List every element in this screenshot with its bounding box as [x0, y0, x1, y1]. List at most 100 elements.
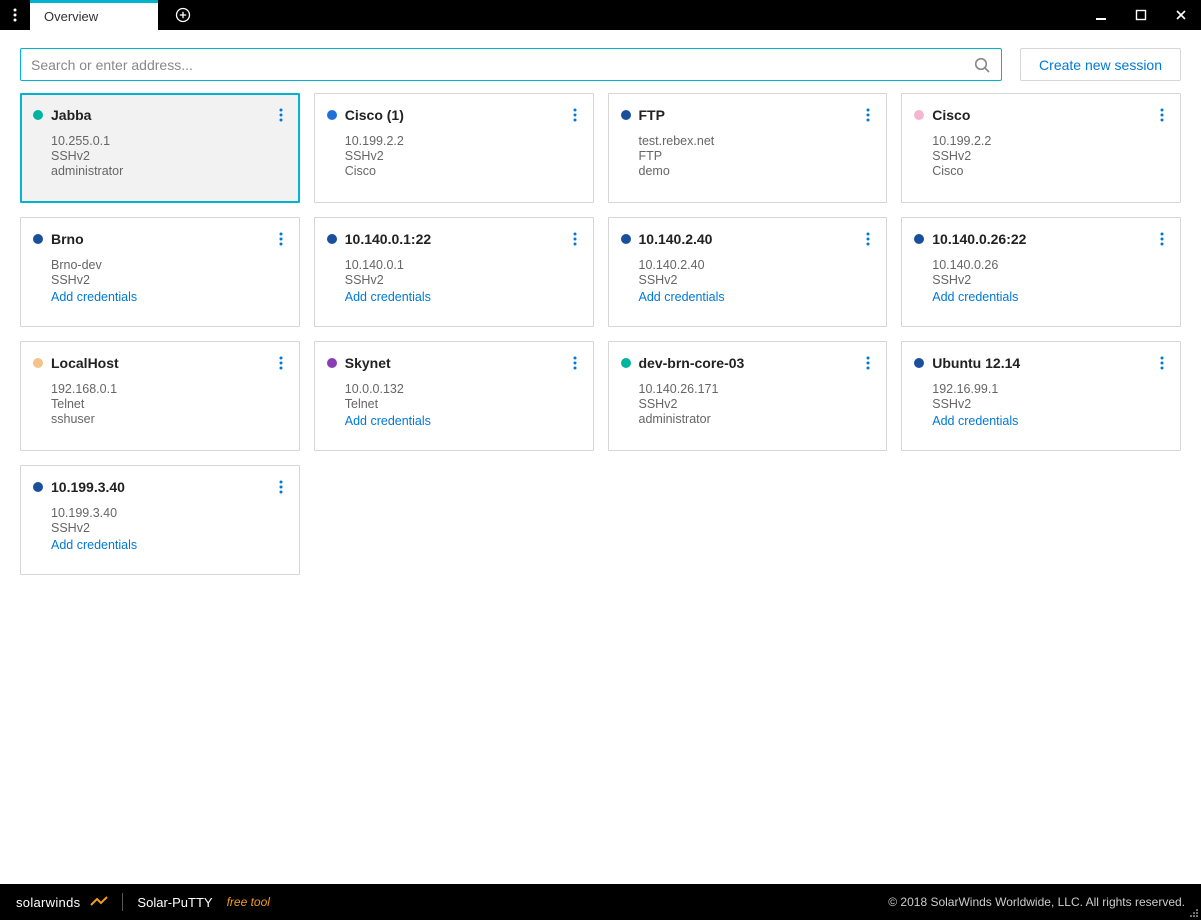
session-host: 10.140.26.171 — [639, 382, 875, 396]
session-protocol: SSHv2 — [51, 149, 287, 163]
status-dot — [914, 234, 924, 244]
session-protocol: Telnet — [51, 397, 287, 411]
session-protocol: FTP — [639, 149, 875, 163]
session-protocol: SSHv2 — [345, 149, 581, 163]
session-name: Ubuntu 12.14 — [932, 355, 1020, 371]
session-name: FTP — [639, 107, 665, 123]
session-card[interactable]: FTPtest.rebex.netFTPdemo — [608, 93, 888, 203]
card-menu-button[interactable] — [275, 352, 287, 374]
brand-name: solarwinds — [16, 895, 80, 910]
session-card[interactable]: 10.199.3.4010.199.3.40SSHv2Add credentia… — [20, 465, 300, 575]
card-menu-button[interactable] — [1156, 104, 1168, 126]
session-host: 10.199.3.40 — [51, 506, 287, 520]
session-protocol: SSHv2 — [639, 397, 875, 411]
session-protocol: SSHv2 — [51, 273, 287, 287]
add-credentials-link[interactable]: Add credentials — [51, 538, 287, 552]
session-card[interactable]: Cisco (1)10.199.2.2SSHv2Cisco — [314, 93, 594, 203]
session-protocol: Telnet — [345, 397, 581, 411]
vertical-dots-icon — [13, 8, 17, 22]
card-menu-button[interactable] — [862, 104, 874, 126]
status-dot — [33, 482, 43, 492]
session-name: dev-brn-core-03 — [639, 355, 745, 371]
new-tab-button[interactable] — [168, 0, 198, 30]
search-box[interactable] — [20, 48, 1002, 81]
add-credentials-link[interactable]: Add credentials — [345, 290, 581, 304]
session-host: 10.255.0.1 — [51, 134, 287, 148]
create-session-button[interactable]: Create new session — [1020, 48, 1181, 81]
session-user: Cisco — [932, 164, 1168, 178]
session-card[interactable]: 10.140.2.4010.140.2.40SSHv2Add credentia… — [608, 217, 888, 327]
card-menu-button[interactable] — [569, 228, 581, 250]
session-card[interactable]: dev-brn-core-03 10.140.26.171SSHv2adminis… — [608, 341, 888, 451]
vertical-dots-icon — [866, 232, 870, 246]
add-credentials-link[interactable]: Add credentials — [932, 414, 1168, 428]
search-input[interactable] — [31, 57, 973, 73]
vertical-dots-icon — [573, 232, 577, 246]
add-credentials-link[interactable]: Add credentials — [345, 414, 581, 428]
session-name: Cisco (1) — [345, 107, 404, 123]
session-user: administrator — [639, 412, 875, 426]
status-dot — [327, 358, 337, 368]
session-card[interactable]: 10.140.0.26:22 10.140.0.26SSHv2 Add creden… — [901, 217, 1181, 327]
window-maximize-button[interactable] — [1121, 0, 1161, 30]
add-credentials-link[interactable]: Add credentials — [51, 290, 287, 304]
session-name: 10.140.0.1:22 — [345, 231, 431, 247]
status-dot — [33, 110, 43, 120]
session-card[interactable]: 10.140.0.1:22 10.140.0.1SSHv2 Add credenti… — [314, 217, 594, 327]
session-host: 10.140.2.40 — [639, 258, 875, 272]
card-menu-button[interactable] — [862, 352, 874, 374]
status-dot — [621, 234, 631, 244]
card-menu-button[interactable] — [569, 104, 581, 126]
session-host: Brno-dev — [51, 258, 287, 272]
footer-bar: solarwinds Solar-PuTTY free tool © 2018 … — [0, 884, 1201, 920]
close-icon — [1175, 9, 1187, 21]
session-card[interactable]: Jabba 10.255.0.1SSHv2administrator — [20, 93, 300, 203]
session-host: 10.199.2.2 — [932, 134, 1168, 148]
status-dot — [914, 110, 924, 120]
session-card[interactable]: BrnoBrno-devSSHv2Add credentials — [20, 217, 300, 327]
session-host: 10.140.0.26 — [932, 258, 1168, 272]
status-dot — [327, 234, 337, 244]
session-card[interactable]: LocalHost192.168.0.1Telnetsshuser — [20, 341, 300, 451]
status-dot — [621, 110, 631, 120]
session-name: Jabba — [51, 107, 91, 123]
card-menu-button[interactable] — [1156, 352, 1168, 374]
product-name: Solar-PuTTY — [137, 895, 212, 910]
vertical-dots-icon — [1160, 108, 1164, 122]
session-protocol: SSHv2 — [345, 273, 581, 287]
minimize-icon — [1095, 9, 1107, 21]
session-host: 10.0.0.132 — [345, 382, 581, 396]
session-user: Cisco — [345, 164, 581, 178]
session-name: 10.140.0.26:22 — [932, 231, 1026, 247]
add-credentials-link[interactable]: Add credentials — [639, 290, 875, 304]
vertical-dots-icon — [279, 108, 283, 122]
session-card[interactable]: Ubuntu 12.14192.16.99.1SSHv2Add credenti… — [901, 341, 1181, 451]
vertical-dots-icon — [573, 356, 577, 370]
session-grid: Jabba10.255.0.1SSHv2administratorCisco (… — [0, 93, 1201, 595]
session-name: LocalHost — [51, 355, 119, 371]
status-dot — [914, 358, 924, 368]
session-host: 192.16.99.1 — [932, 382, 1168, 396]
card-menu-button[interactable] — [275, 228, 287, 250]
create-session-label: Create new session — [1039, 57, 1162, 73]
resize-grip[interactable] — [1189, 908, 1199, 918]
session-host: 10.140.0.1 — [345, 258, 581, 272]
tab-label: Overview — [44, 9, 98, 24]
card-menu-button[interactable] — [1156, 228, 1168, 250]
add-credentials-link[interactable]: Add credentials — [932, 290, 1168, 304]
card-menu-button[interactable] — [275, 476, 287, 498]
card-menu-button[interactable] — [569, 352, 581, 374]
app-menu-button[interactable] — [0, 0, 30, 30]
vertical-dots-icon — [279, 356, 283, 370]
footer-copyright: © 2018 SolarWinds Worldwide, LLC. All ri… — [888, 895, 1185, 909]
window-close-button[interactable] — [1161, 0, 1201, 30]
window-minimize-button[interactable] — [1081, 0, 1121, 30]
card-menu-button[interactable] — [275, 104, 287, 126]
session-card[interactable]: Cisco10.199.2.2SSHv2Cisco — [901, 93, 1181, 203]
session-user: administrator — [51, 164, 287, 178]
tab-overview[interactable]: Overview — [30, 0, 158, 30]
session-protocol: SSHv2 — [932, 273, 1168, 287]
status-dot — [33, 358, 43, 368]
card-menu-button[interactable] — [862, 228, 874, 250]
session-card[interactable]: Skynet10.0.0.132TelnetAdd credentials — [314, 341, 594, 451]
